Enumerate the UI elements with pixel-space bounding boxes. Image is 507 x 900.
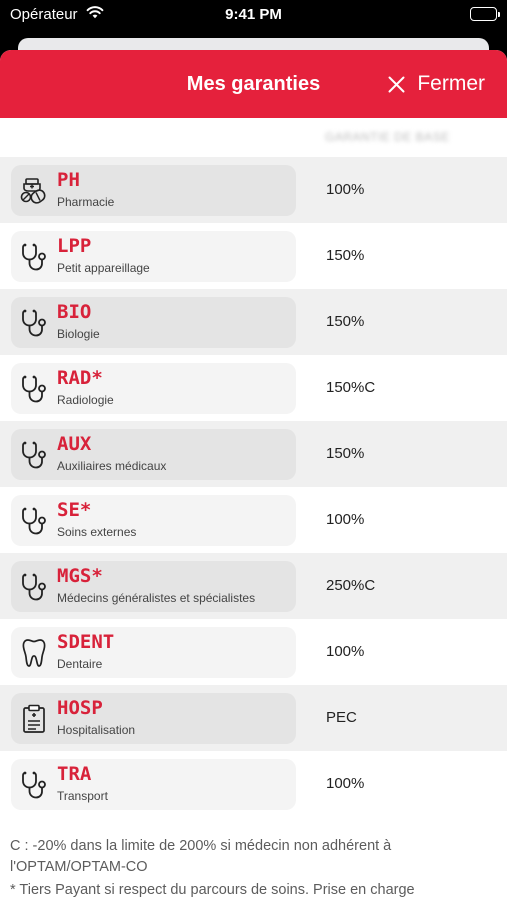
column-header: GARANTIE DE BASE: [0, 118, 507, 157]
guarantee-card[interactable]: BIO Biologie: [11, 297, 296, 348]
guarantee-rate: 150%: [326, 445, 365, 462]
guarantee-row: LPP Petit appareillage 150%: [0, 223, 507, 289]
guarantee-rate: 150%: [326, 247, 365, 264]
guarantee-label: Biologie: [57, 327, 100, 341]
clipboard-icon: [11, 704, 57, 734]
stethoscope-icon: [11, 506, 57, 536]
guarantee-label: Soins externes: [57, 525, 137, 539]
guarantee-card[interactable]: SDENT Dentaire: [11, 627, 296, 678]
guarantee-rate: 100%: [326, 181, 365, 198]
guarantee-rate: 100%: [326, 643, 365, 660]
footnotes: C : -20% dans la limite de 200% si médec…: [0, 817, 507, 900]
guarantee-label: Radiologie: [57, 393, 114, 407]
guarantee-row: HOSP Hospitalisation PEC: [0, 685, 507, 751]
guarantee-rate: 250%C: [326, 577, 376, 594]
guarantee-label: Pharmacie: [57, 195, 115, 209]
guarantees-list: PH Pharmacie 100% LPP Petit appareillage 150%…: [0, 157, 507, 817]
footnote-c: C : -20% dans la limite de 200% si médec…: [10, 838, 392, 875]
guarantee-code: TRA: [57, 763, 92, 785]
guarantee-code: AUX: [57, 433, 92, 455]
guarantee-text: SE* Soins externes: [57, 499, 137, 540]
guarantee-rate: PEC: [326, 709, 357, 726]
guarantee-code: LPP: [57, 235, 92, 257]
guarantee-text: LPP Petit appareillage: [57, 235, 150, 276]
battery-icon: [470, 7, 500, 21]
stethoscope-icon: [11, 242, 57, 272]
pharmacy-icon: [11, 177, 57, 205]
guarantee-text: AUX Auxiliaires médicaux: [57, 433, 167, 474]
guarantee-text: HOSP Hospitalisation: [57, 697, 136, 738]
stethoscope-icon: [11, 770, 57, 800]
guarantee-text: MGS* Médecins généralistes et spécialiste…: [57, 565, 256, 606]
guarantee-text: PH Pharmacie: [57, 169, 115, 210]
guarantee-card[interactable]: RAD* Radiologie: [11, 363, 296, 414]
guarantee-label: Transport: [57, 789, 108, 803]
close-button[interactable]: Fermer: [388, 70, 485, 98]
guarantees-sheet: Mes garanties Fermer GARANTIE DE BASE PH…: [0, 50, 507, 900]
guarantee-text: TRA Transport: [57, 763, 108, 804]
guarantee-text: RAD* Radiologie: [57, 367, 114, 408]
guarantee-code: RAD*: [57, 367, 103, 389]
guarantee-row: BIO Biologie 150%: [0, 289, 507, 355]
sheet-header: Mes garanties Fermer: [0, 50, 507, 118]
stethoscope-icon: [11, 374, 57, 404]
guarantee-label: Médecins généralistes et spécialistes: [57, 591, 256, 605]
close-label: Fermer: [417, 72, 485, 95]
guarantee-card[interactable]: MGS* Médecins généralistes et spécialiste…: [11, 561, 296, 612]
guarantee-card[interactable]: TRA Transport: [11, 759, 296, 810]
guarantee-row: SE* Soins externes 100%: [0, 487, 507, 553]
guarantee-rate: 100%: [326, 775, 365, 792]
guarantee-text: SDENT Dentaire: [57, 631, 115, 672]
guarantee-code: PH: [57, 169, 80, 191]
guarantee-row: TRA Transport 100%: [0, 751, 507, 817]
guarantee-code: HOSP: [57, 697, 103, 719]
guarantee-row: RAD* Radiologie 150%C: [0, 355, 507, 421]
guarantee-label: Dentaire: [57, 657, 103, 671]
guarantee-rate: 150%: [326, 313, 365, 330]
clock: 9:41 PM: [225, 6, 282, 23]
guarantee-label: Hospitalisation: [57, 723, 136, 737]
stethoscope-icon: [11, 308, 57, 338]
column-header-label: GARANTIE DE BASE: [325, 130, 450, 144]
stethoscope-icon: [11, 440, 57, 470]
guarantee-card[interactable]: LPP Petit appareillage: [11, 231, 296, 282]
close-icon: [388, 76, 405, 93]
guarantee-row: PH Pharmacie 100%: [0, 157, 507, 223]
guarantee-code: SE*: [57, 499, 92, 521]
guarantee-row: AUX Auxiliaires médicaux 150%: [0, 421, 507, 487]
guarantee-card[interactable]: SE* Soins externes: [11, 495, 296, 546]
tooth-icon: [11, 638, 57, 668]
guarantee-label: Auxiliaires médicaux: [57, 459, 167, 473]
guarantee-row: SDENT Dentaire 100%: [0, 619, 507, 685]
stethoscope-icon: [11, 572, 57, 602]
guarantee-card[interactable]: AUX Auxiliaires médicaux: [11, 429, 296, 480]
status-bar: Opérateur 9:41 PM: [0, 0, 507, 30]
guarantee-card[interactable]: HOSP Hospitalisation: [11, 693, 296, 744]
guarantee-rate: 100%: [326, 511, 365, 528]
guarantee-code: BIO: [57, 301, 92, 323]
guarantee-row: MGS* Médecins généralistes et spécialiste…: [0, 553, 507, 619]
guarantee-code: MGS*: [57, 565, 103, 587]
footnote-star: * Tiers Payant si respect du parcours de…: [10, 882, 415, 898]
guarantee-text: BIO Biologie: [57, 301, 100, 342]
guarantee-code: SDENT: [57, 631, 115, 653]
guarantee-label: Petit appareillage: [57, 261, 150, 275]
guarantee-rate: 150%C: [326, 379, 376, 396]
guarantee-card[interactable]: PH Pharmacie: [11, 165, 296, 216]
